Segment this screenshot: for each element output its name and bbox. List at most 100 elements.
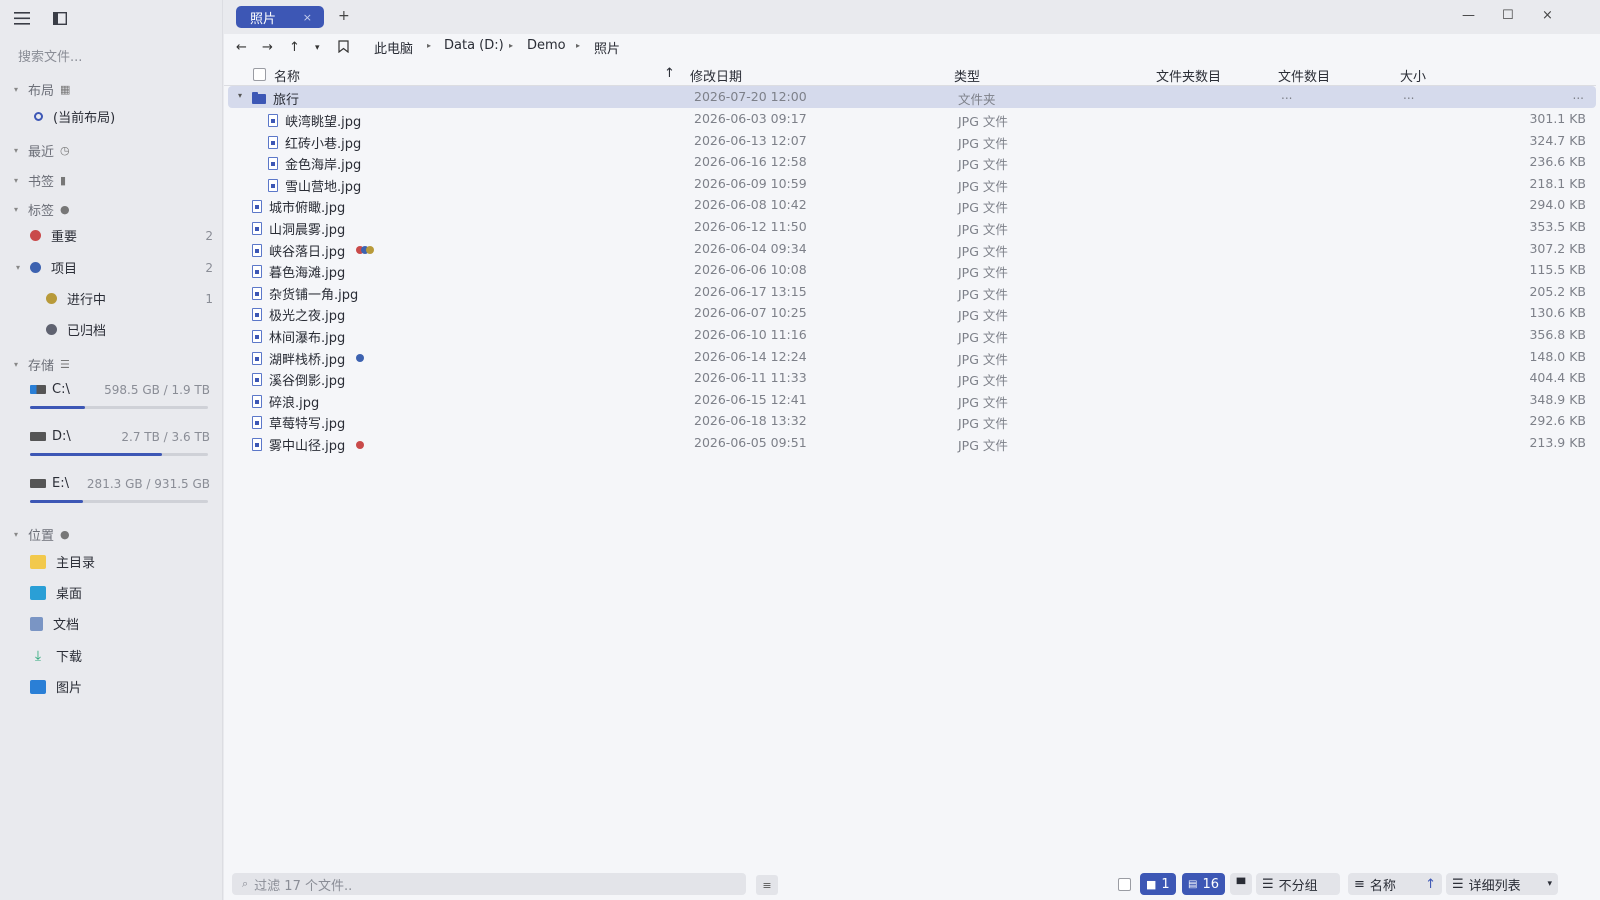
- breadcrumb-separator-icon: ▸: [427, 41, 432, 50]
- sidebar-place-home[interactable]: 主目录: [30, 552, 210, 571]
- file-type: JPG 文件: [958, 200, 1008, 216]
- new-tab-button[interactable]: +: [338, 8, 350, 24]
- file-row[interactable]: 峡谷落日.jpg 2026-06-04 09:34 JPG 文件 307.2 KB: [228, 238, 1596, 260]
- select-all-checkbox[interactable]: [253, 68, 266, 81]
- tag-color-dot: [30, 230, 41, 241]
- file-row[interactable]: 杂货铺一角.jpg 2026-06-17 13:15 JPG 文件 205.2 KB: [228, 281, 1596, 303]
- sidebar-search-input[interactable]: 搜索文件...: [18, 46, 82, 65]
- sidebar-place-documents[interactable]: 文档: [30, 614, 210, 633]
- minimize-button[interactable]: —: [1462, 8, 1475, 23]
- group-by-dropdown[interactable]: ☰ 不分组: [1256, 873, 1340, 895]
- sidebar-drive-e[interactable]: E:\ 281.3 GB / 931.5 GB: [30, 476, 210, 503]
- chevron-down-icon: ▾: [1547, 879, 1552, 889]
- filter-input[interactable]: ⌕ 过滤 17 个文件..: [232, 873, 746, 895]
- file-row[interactable]: 林间瀑布.jpg 2026-06-10 11:16 JPG 文件 356.8 KB: [228, 324, 1596, 346]
- column-header-modified[interactable]: 修改日期: [690, 66, 742, 85]
- maximize-button[interactable]: ☐: [1502, 8, 1514, 23]
- back-arrow-icon[interactable]: ←: [236, 40, 247, 55]
- tag-color-dot: [356, 440, 365, 449]
- filter-options-icon[interactable]: ≡: [756, 875, 778, 895]
- folders-count-badge[interactable]: ■ 1: [1140, 873, 1176, 895]
- file-row[interactable]: 碎浪.jpg 2026-06-15 12:41 JPG 文件 348.9 KB: [228, 389, 1596, 411]
- tab-photos[interactable]: 照片 ×: [236, 6, 324, 28]
- file-row[interactable]: 湖畔栈桥.jpg 2026-06-14 12:24 JPG 文件 148.0 KB: [228, 346, 1596, 368]
- file-row[interactable]: 雾中山径.jpg 2026-06-05 09:51 JPG 文件 213.9 KB: [228, 432, 1596, 454]
- file-row[interactable]: 暮色海滩.jpg 2026-06-06 10:08 JPG 文件 115.5 KB: [228, 259, 1596, 281]
- section-storage-header[interactable]: ▾ 存储 ☰: [14, 355, 70, 374]
- tab-close-icon[interactable]: ×: [303, 11, 312, 24]
- drive-usage-bar: [30, 406, 208, 409]
- file-row[interactable]: 雪山营地.jpg 2026-06-09 10:59 JPG 文件 218.1 KB: [228, 173, 1596, 195]
- file-size: 301.1 KB: [1529, 111, 1586, 126]
- sort-direction-icon[interactable]: ↑: [1425, 877, 1436, 892]
- collapse-triangle-icon[interactable]: ▾: [16, 263, 20, 272]
- drive-usage-bar: [30, 453, 208, 456]
- section-places-header[interactable]: ▾ 位置 ●: [14, 525, 70, 544]
- file-name: 红砖小巷.jpg: [285, 136, 362, 152]
- sidebar-toggle-icon[interactable]: [50, 8, 70, 28]
- columns-toggle-button[interactable]: ▀: [1230, 873, 1252, 895]
- file-row[interactable]: 金色海岸.jpg 2026-06-16 12:58 JPG 文件 236.6 KB: [228, 151, 1596, 173]
- image-file-icon: [252, 394, 262, 408]
- column-header-folder-count[interactable]: 文件夹数目: [1156, 66, 1221, 85]
- files-count: 16: [1202, 876, 1219, 892]
- column-header-type[interactable]: 类型: [954, 66, 980, 85]
- sort-by-dropdown[interactable]: ≡ 名称 ↑: [1348, 873, 1442, 895]
- hamburger-menu-icon[interactable]: [12, 8, 32, 28]
- breadcrumb-photos[interactable]: 照片: [594, 38, 620, 57]
- file-row[interactable]: 山洞晨雾.jpg 2026-06-12 11:50 JPG 文件 353.5 KB: [228, 216, 1596, 238]
- sidebar-drive-c[interactable]: C:\ 598.5 GB / 1.9 TB: [30, 382, 210, 409]
- bookmark-add-icon[interactable]: [338, 40, 349, 57]
- column-header-file-count[interactable]: 文件数目: [1278, 66, 1330, 85]
- file-row[interactable]: 溪谷倒影.jpg 2026-06-11 11:33 JPG 文件 404.4 KB: [228, 367, 1596, 389]
- file-row[interactable]: 城市俯瞰.jpg 2026-06-08 10:42 JPG 文件 294.0 KB: [228, 194, 1596, 216]
- folder-row[interactable]: ▾ 旅行 2026-07-20 12:00 文件夹 ... ... ...: [228, 86, 1596, 108]
- sidebar-place-pictures[interactable]: 图片: [30, 677, 210, 696]
- sidebar-drive-d[interactable]: D:\ 2.7 TB / 3.6 TB: [30, 429, 210, 456]
- sidebar-tag-in-progress[interactable]: 进行中 1: [46, 289, 213, 308]
- place-label: 桌面: [56, 587, 83, 602]
- section-recent-header[interactable]: ▾ 最近 ◷: [14, 141, 70, 160]
- sidebar-item-current-layout[interactable]: (当前布局): [30, 107, 210, 126]
- collapse-triangle-icon: ▾: [14, 360, 19, 369]
- breadcrumb-demo[interactable]: Demo: [527, 38, 566, 53]
- file-size: 353.5 KB: [1529, 219, 1586, 234]
- drive-size: 2.7 TB / 3.6 TB: [121, 429, 210, 444]
- file-size: 404.4 KB: [1529, 370, 1586, 386]
- file-row[interactable]: 红砖小巷.jpg 2026-06-13 12:07 JPG 文件 324.7 KB: [228, 130, 1596, 152]
- tag-icon: ●: [60, 203, 70, 216]
- sidebar-place-desktop[interactable]: 桌面: [30, 583, 210, 602]
- column-header-size[interactable]: 大小: [1400, 66, 1426, 85]
- sidebar-tag-archived[interactable]: 已归档: [46, 320, 210, 339]
- close-window-button[interactable]: ×: [1542, 8, 1553, 23]
- sidebar-tag-important[interactable]: 重要 2: [30, 226, 213, 245]
- tag-color-dot: [30, 262, 41, 273]
- history-dropdown-icon[interactable]: ▾: [315, 43, 320, 53]
- breadcrumb-this-pc[interactable]: 此电脑: [374, 38, 413, 57]
- forward-arrow-icon[interactable]: →: [262, 40, 273, 55]
- file-row[interactable]: 峡湾眺望.jpg 2026-06-03 09:17 JPG 文件 301.1 KB: [228, 108, 1596, 130]
- files-count-badge[interactable]: ▤ 16: [1182, 873, 1225, 895]
- expand-collapse-icon[interactable]: ▾: [238, 91, 242, 100]
- section-bookmarks-header[interactable]: ▾ 书签 ▮: [14, 171, 66, 190]
- sort-ascending-icon[interactable]: ↑: [664, 66, 675, 81]
- sidebar-place-downloads[interactable]: ⤓ 下载: [30, 646, 210, 666]
- file-size: 148.0 KB: [1529, 348, 1586, 364]
- folder-name: 旅行: [273, 93, 300, 108]
- image-file-icon: [268, 178, 278, 192]
- current-layout-label: (当前布局): [53, 111, 116, 126]
- file-type: JPG 文件: [958, 416, 1008, 432]
- up-arrow-icon[interactable]: ↑: [289, 40, 300, 55]
- sidebar-tag-project[interactable]: ▾ 项目 2: [16, 258, 213, 278]
- view-mode-dropdown[interactable]: ☰ 详细列表 ▾: [1446, 873, 1558, 895]
- storage-icon: ☰: [60, 358, 70, 371]
- sidebar: 搜索文件... ▾ 布局 ▦ (当前布局) ▾ 最近 ◷ ▾ 书签 ▮ ▾ 标签…: [0, 0, 223, 900]
- section-layout-header[interactable]: ▾ 布局 ▦: [14, 80, 70, 99]
- section-tags-header[interactable]: ▾ 标签 ●: [14, 200, 70, 219]
- selection-mode-checkbox[interactable]: [1118, 878, 1131, 891]
- file-row[interactable]: 草莓特写.jpg 2026-06-18 13:32 JPG 文件 292.6 KB: [228, 410, 1596, 432]
- status-bar: ⌕ 过滤 17 个文件.. ≡ ■ 1 ▤ 16 ▀ ☰ 不分组 ≡ 名称 ↑ …: [224, 866, 1600, 900]
- breadcrumb-data-drive[interactable]: Data (D:): [444, 38, 504, 53]
- file-row[interactable]: 极光之夜.jpg 2026-06-07 10:25 JPG 文件 130.6 KB: [228, 302, 1596, 324]
- column-header-name[interactable]: 名称: [274, 66, 300, 85]
